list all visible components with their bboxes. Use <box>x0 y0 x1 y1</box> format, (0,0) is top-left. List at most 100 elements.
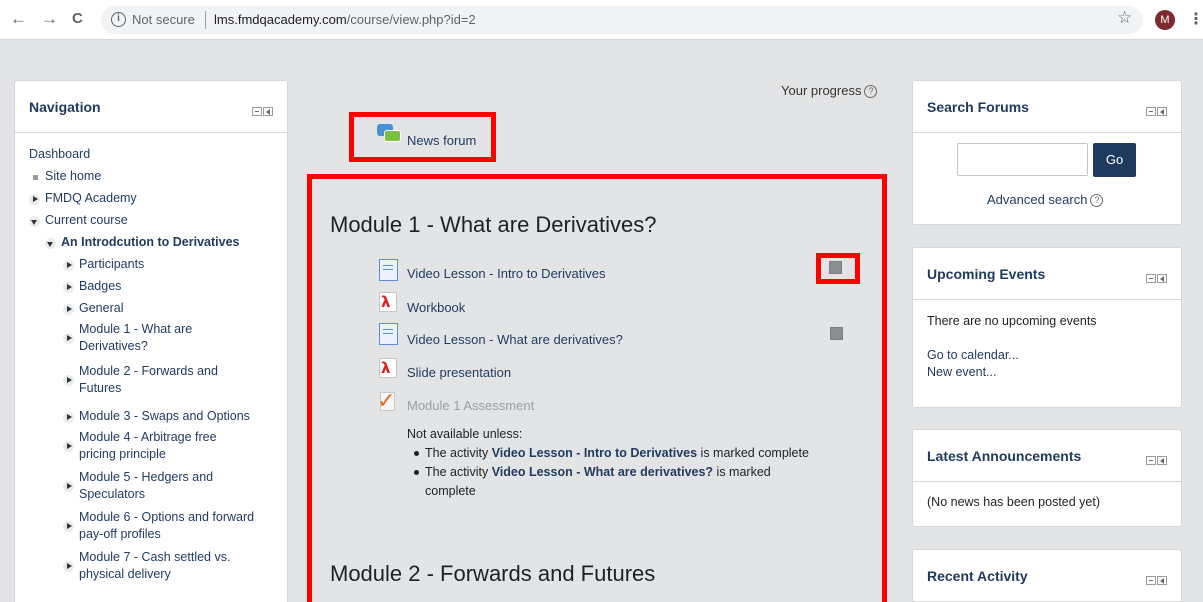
activity-workbook[interactable]: Workbook <box>407 300 465 315</box>
address-bar[interactable]: i Not secure lms.fmdqacademy.com/course/… <box>101 6 1143 34</box>
search-go-button[interactable]: Go <box>1093 143 1136 177</box>
block-controls <box>1145 453 1167 468</box>
dock-icon[interactable] <box>263 107 273 116</box>
block-controls <box>1145 573 1167 588</box>
nav-item-badges[interactable]: Badges <box>63 279 121 293</box>
expand-arrow-icon[interactable] <box>29 194 40 205</box>
collapse-icon[interactable] <box>252 107 262 116</box>
bookmark-star-icon[interactable]: ☆ <box>1117 8 1132 28</box>
expand-arrow-icon[interactable] <box>63 481 74 492</box>
completion-checkbox[interactable] <box>829 261 842 274</box>
nav-item-general[interactable]: General <box>63 301 123 315</box>
back-icon[interactable]: ← <box>10 9 27 29</box>
recent-activity-header: Recent Activity <box>913 550 1181 602</box>
profile-avatar[interactable]: M <box>1155 10 1175 30</box>
help-icon[interactable]: ? <box>1090 194 1104 208</box>
nav-item-module-4[interactable]: Module 4 - Arbitrage free pricing princi… <box>63 429 217 463</box>
reload-icon[interactable]: C <box>72 9 83 29</box>
block-controls <box>1145 104 1167 119</box>
new-event-link[interactable]: New event... <box>927 365 996 379</box>
dock-icon[interactable] <box>1157 107 1167 116</box>
url-path: /course/view.php?id=2 <box>346 12 476 27</box>
bullet-icon <box>33 175 38 180</box>
collapse-icon[interactable] <box>1146 274 1156 283</box>
nav-dashboard[interactable]: Dashboard <box>29 147 90 161</box>
dock-icon[interactable] <box>1157 456 1167 465</box>
collapse-icon[interactable] <box>1146 456 1156 465</box>
nav-item-module-7[interactable]: Module 7 - Cash settled vs. physical del… <box>63 549 230 583</box>
nav-item-module-3[interactable]: Module 3 - Swaps and Options <box>63 409 250 423</box>
nav-item-label-line2: physical delivery <box>79 567 171 581</box>
nav-fmdq-academy[interactable]: FMDQ Academy <box>29 191 137 205</box>
module-1-title: Module 1 - What are Derivatives? <box>330 212 657 237</box>
nav-item-label: Module 6 - Options and forward <box>79 510 255 524</box>
collapse-icon[interactable] <box>1146 576 1156 585</box>
expand-arrow-icon[interactable] <box>63 282 74 293</box>
expand-arrow-icon[interactable] <box>63 521 74 532</box>
nav-item-label: Module 7 - Cash settled vs. <box>79 550 231 564</box>
advanced-search-link[interactable]: Advanced search <box>987 192 1087 207</box>
rule-text: is marked <box>713 465 771 479</box>
news-forum-link[interactable]: News forum <box>407 133 476 148</box>
expand-arrow-icon[interactable] <box>63 333 74 344</box>
restriction-rule: The activity Video Lesson - What are der… <box>407 463 847 501</box>
browser-toolbar: ← → C i Not secure lms.fmdqacademy.com/c… <box>0 0 1203 40</box>
collapse-icon[interactable] <box>1146 107 1156 116</box>
navigation-block: Navigation Dashboard Site home FMDQ Acad… <box>14 80 288 602</box>
nav-site-home[interactable]: Site home <box>29 169 101 183</box>
expand-arrow-icon[interactable] <box>63 561 74 572</box>
expand-arrow-icon[interactable] <box>63 375 74 386</box>
expand-arrow-icon[interactable] <box>63 260 74 271</box>
browser-menu-icon[interactable]: ⋮ <box>1188 9 1203 29</box>
search-forums-header: Search Forums <box>913 81 1181 133</box>
nav-item-label: Module 3 - Swaps and Options <box>79 409 250 423</box>
forum-icon <box>377 124 401 144</box>
search-forums-block: Search Forums Go Advanced search? <box>912 80 1182 225</box>
nav-fmdq-academy-label: FMDQ Academy <box>45 191 137 205</box>
forward-icon[interactable]: → <box>41 9 58 29</box>
activity-video-intro-derivatives[interactable]: Video Lesson - Intro to Derivatives <box>407 266 605 281</box>
rule-text: is marked complete <box>697 446 809 460</box>
info-icon[interactable]: i <box>111 12 126 27</box>
nav-course-name[interactable]: An Introdcution to Derivatives <box>45 235 240 249</box>
dock-icon[interactable] <box>1157 274 1167 283</box>
rule-activity-link[interactable]: Video Lesson - Intro to Derivatives <box>492 446 697 460</box>
advanced-search[interactable]: Advanced search? <box>987 192 1104 208</box>
nav-current-course[interactable]: Current course <box>29 213 128 227</box>
activity-slide-presentation[interactable]: Slide presentation <box>407 365 511 380</box>
pdf-icon: λ <box>379 358 397 378</box>
nav-item-participants[interactable]: Participants <box>63 257 144 271</box>
rule-text: The activity <box>425 465 492 479</box>
expand-arrow-icon[interactable] <box>63 441 74 452</box>
pdf-icon: λ <box>379 292 397 312</box>
nav-item-module-6[interactable]: Module 6 - Options and forward pay-off p… <box>63 509 254 543</box>
rule-activity-link[interactable]: Video Lesson - What are derivatives? <box>492 465 713 479</box>
nav-item-label: Module 2 - Forwards and <box>79 364 218 378</box>
expand-arrow-icon[interactable] <box>63 412 74 423</box>
your-progress-label: Your progress <box>781 83 862 98</box>
collapse-arrow-icon[interactable] <box>29 216 40 227</box>
restriction-list: The activity Video Lesson - Intro to Der… <box>407 444 847 501</box>
url-text[interactable]: lms.fmdqacademy.com/course/view.php?id=2 <box>214 12 476 27</box>
rule-text: complete <box>425 484 476 498</box>
nav-item-label: Module 4 - Arbitrage free <box>79 430 217 444</box>
dock-icon[interactable] <box>1157 576 1167 585</box>
go-to-calendar-link[interactable]: Go to calendar... <box>927 348 1019 362</box>
security-label: Not secure <box>132 12 195 27</box>
activity-video-what-are-derivatives[interactable]: Video Lesson - What are derivatives? <box>407 332 623 347</box>
nav-item-label: Participants <box>79 257 145 271</box>
address-separator <box>205 11 206 29</box>
restriction-heading: Not available unless: <box>407 427 523 441</box>
nav-item-module-2[interactable]: Module 2 - Forwards and Futures <box>63 363 218 397</box>
nav-item-label: Module 1 - What are <box>79 322 193 336</box>
expand-arrow-icon[interactable] <box>63 304 74 315</box>
nav-item-label-line2: Futures <box>79 381 122 395</box>
module-2-title: Module 2 - Forwards and Futures <box>330 561 656 586</box>
completion-checkbox[interactable] <box>830 327 843 340</box>
nav-item-module-1[interactable]: Module 1 - What are Derivatives? <box>63 321 192 355</box>
latest-announcements-header: Latest Announcements <box>913 430 1181 482</box>
search-forums-input[interactable] <box>957 143 1088 176</box>
help-icon[interactable]: ? <box>864 85 878 99</box>
collapse-arrow-icon[interactable] <box>45 238 56 249</box>
nav-item-module-5[interactable]: Module 5 - Hedgers and Speculators <box>63 469 213 503</box>
